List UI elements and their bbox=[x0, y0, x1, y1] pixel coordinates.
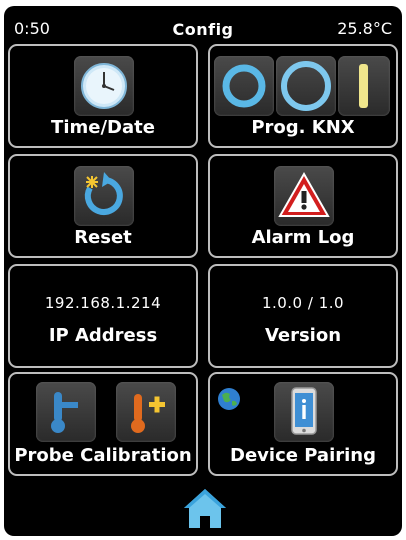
tile-prog-knx[interactable]: Prog. KNX bbox=[208, 44, 398, 148]
tile-label: Alarm Log bbox=[251, 227, 355, 248]
home-icon[interactable] bbox=[182, 486, 228, 530]
tile-label: Reset bbox=[74, 227, 132, 248]
thermometer-plus-icon bbox=[116, 382, 176, 442]
tile-label: Probe Calibration bbox=[14, 445, 192, 466]
globe-icon bbox=[218, 388, 240, 410]
bar-indicator-icon bbox=[338, 56, 390, 116]
ring-small-icon bbox=[214, 56, 274, 116]
tile-ip-address[interactable]: 192.168.1.214 IP Address bbox=[8, 264, 198, 368]
ring-large-icon bbox=[276, 56, 336, 116]
tile-label: Device Pairing bbox=[230, 445, 376, 466]
temperature-readout: 25.8°C bbox=[337, 19, 392, 38]
clock-icon bbox=[74, 56, 134, 116]
version-value: 1.0.0 / 1.0 bbox=[261, 294, 345, 312]
status-bar: 0:50 Config 25.8°C bbox=[4, 6, 402, 44]
tile-label: Prog. KNX bbox=[251, 117, 355, 138]
tile-device-pairing[interactable]: Device Pairing bbox=[208, 372, 398, 476]
tile-probe-calibration[interactable]: Probe Calibration bbox=[8, 372, 198, 476]
phone-info-icon bbox=[274, 382, 334, 442]
thermometer-icon bbox=[36, 382, 96, 442]
tile-time-date[interactable]: Time/Date bbox=[8, 44, 198, 148]
reset-icon bbox=[74, 166, 134, 226]
warning-triangle-icon bbox=[274, 166, 334, 226]
tile-version[interactable]: 1.0.0 / 1.0 Version bbox=[208, 264, 398, 368]
ip-address-value: 192.168.1.214 bbox=[44, 294, 162, 312]
tile-label: Version bbox=[264, 325, 342, 346]
config-screen: 0:50 Config 25.8°C Time/Date Prog. KNX R… bbox=[4, 6, 402, 536]
tile-label: IP Address bbox=[48, 325, 158, 346]
tile-reset[interactable]: Reset bbox=[8, 154, 198, 258]
tile-label: Time/Date bbox=[51, 117, 155, 138]
tile-alarm-log[interactable]: Alarm Log bbox=[208, 154, 398, 258]
